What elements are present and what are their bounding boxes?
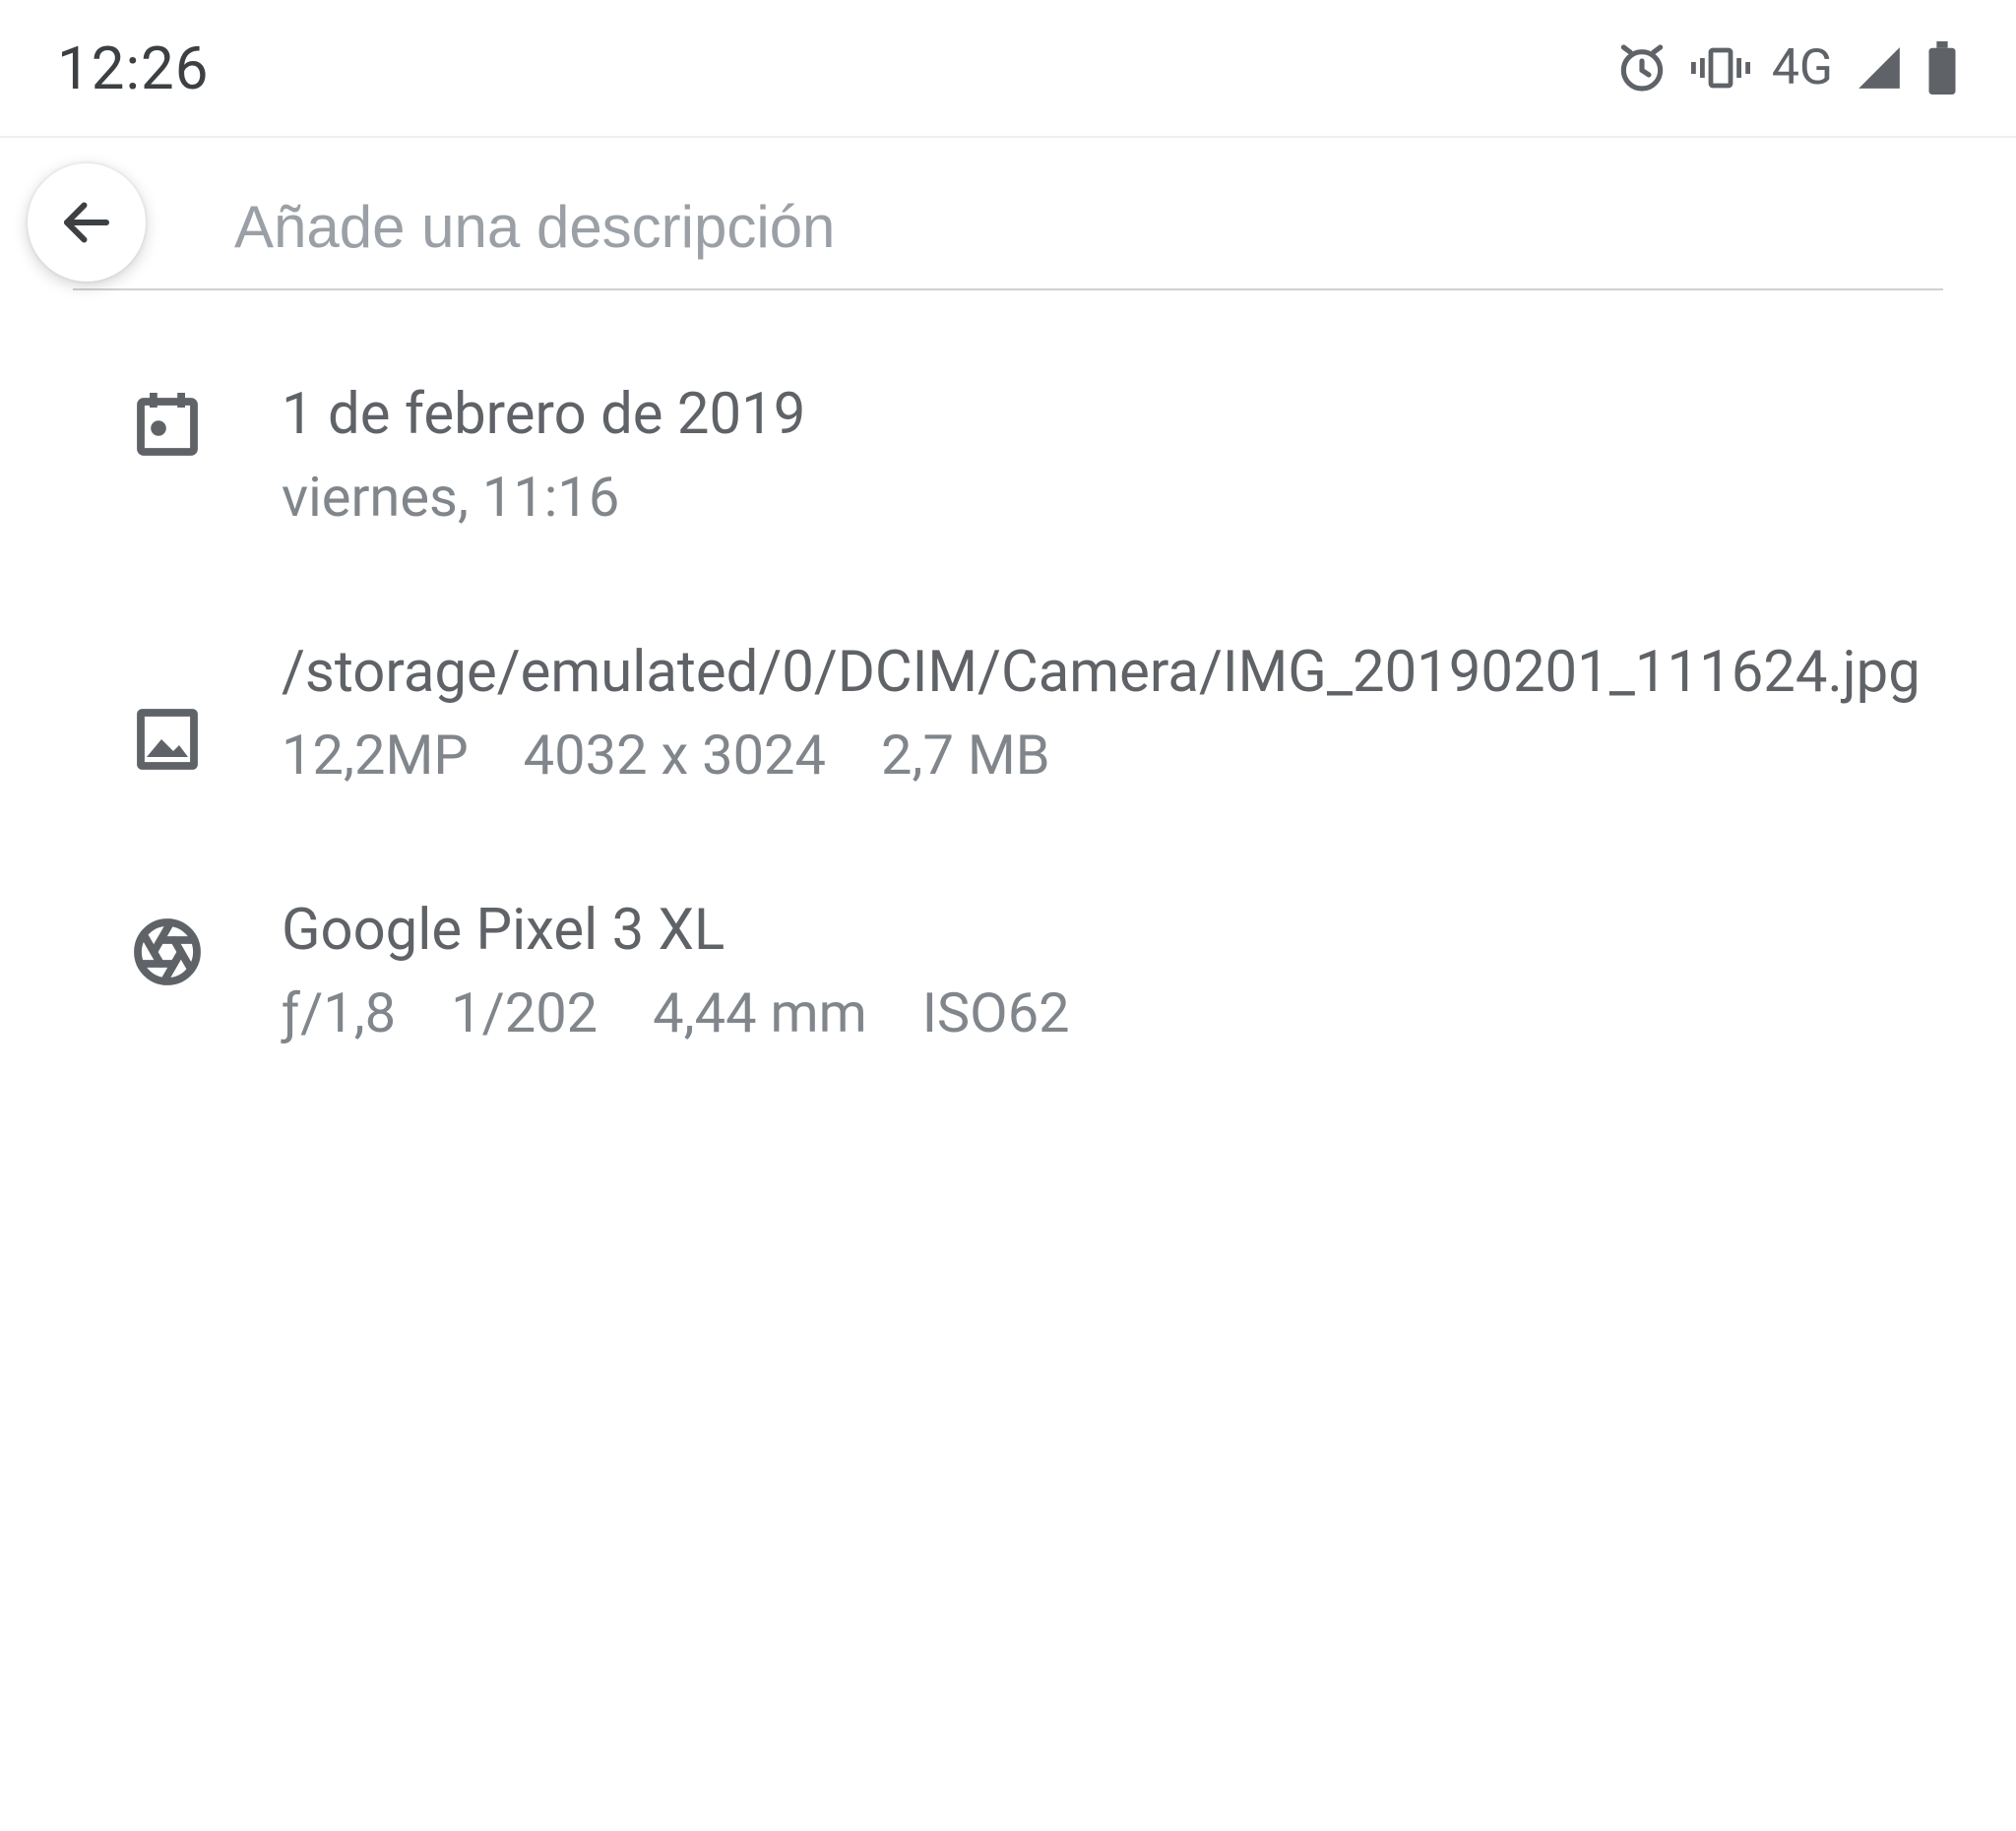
alarm-icon <box>1614 40 1670 95</box>
network-type-label: 4G <box>1772 39 1833 96</box>
header <box>0 138 2016 290</box>
vibrate-icon <box>1691 40 1750 95</box>
camera-iso: ISO62 <box>922 980 1070 1045</box>
status-bar: 12:26 4G <box>0 0 2016 138</box>
file-mp: 12,2MP <box>282 723 469 788</box>
description-input[interactable] <box>73 193 1943 290</box>
file-meta: 12,2MP 4032 x 3024 2,7 MB <box>282 719 1957 793</box>
camera-name: Google Pixel 3 XL <box>282 895 1957 967</box>
file-resolution: 4032 x 3024 <box>524 723 826 788</box>
date-subtitle: viernes, 11:16 <box>282 461 1957 536</box>
file-size: 2,7 MB <box>881 723 1050 788</box>
status-time: 12:26 <box>57 33 209 103</box>
camera-aperture: ƒ/1,8 <box>282 980 396 1045</box>
aperture-icon <box>132 916 203 987</box>
battery-icon <box>1925 41 1959 95</box>
back-button[interactable] <box>28 163 146 282</box>
file-path: /storage/emulated/0/DCIM/Camera/IMG_2019… <box>282 637 1957 709</box>
signal-icon <box>1855 43 1904 93</box>
file-row: /storage/emulated/0/DCIM/Camera/IMG_2019… <box>128 594 1957 852</box>
date-row: 1 de febrero de 2019 viernes, 11:16 <box>128 336 1957 594</box>
info-list: 1 de febrero de 2019 viernes, 11:16 /sto… <box>0 290 2016 1109</box>
calendar-icon <box>132 387 203 458</box>
image-icon <box>132 704 203 775</box>
camera-focal: 4,44 mm <box>653 980 867 1045</box>
camera-row: Google Pixel 3 XL ƒ/1,8 1/202 4,44 mm ISO62 <box>128 852 1957 1109</box>
arrow-left-icon <box>57 193 116 252</box>
date-title: 1 de febrero de 2019 <box>282 379 1957 451</box>
status-icons: 4G <box>1614 39 1959 96</box>
camera-shutter: 1/202 <box>451 980 598 1045</box>
camera-meta: ƒ/1,8 1/202 4,44 mm ISO62 <box>282 977 1957 1051</box>
